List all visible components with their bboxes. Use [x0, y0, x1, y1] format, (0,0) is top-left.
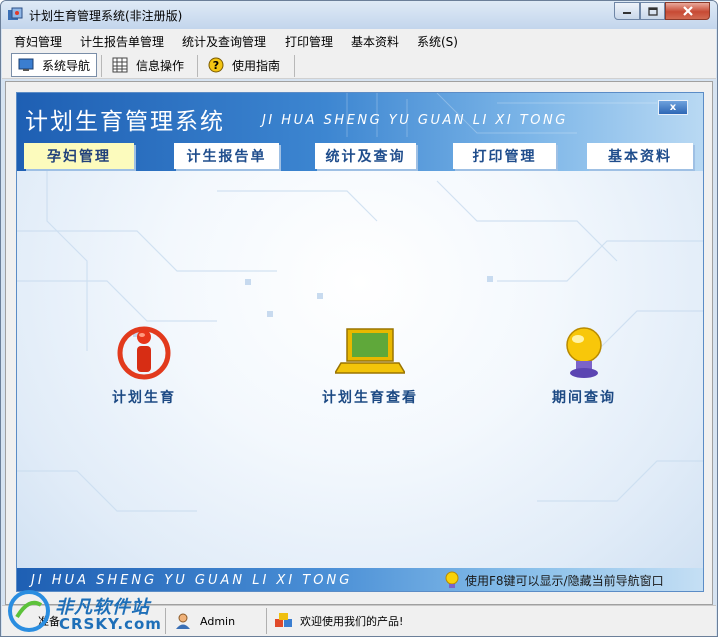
help-icon: ? [208, 57, 224, 73]
svg-text:?: ? [213, 59, 219, 72]
feature-family-planning-view-label: 计划生育查看 [322, 390, 418, 406]
lightbulb-icon [566, 327, 602, 378]
menu-item-print[interactable]: 打印管理 [285, 33, 333, 50]
panel-close-label: x [669, 102, 677, 113]
monitor-icon [18, 58, 34, 71]
status-divider [165, 608, 166, 634]
menu-item-basic-data[interactable]: 基本资料 [351, 33, 399, 50]
footer-pinyin: JI HUA SHENG YU GUAN LI XI TONG [31, 573, 353, 588]
info-ops-button[interactable]: 信息操作 [106, 53, 192, 77]
feature-family-planning-label: 计划生育 [112, 390, 176, 406]
feature-period-query-label: 期间查询 [552, 390, 616, 406]
person-info-icon [117, 326, 171, 380]
system-pinyin: JI HUA SHENG YU GUAN LI XI TONG [262, 113, 568, 128]
grid-icon [112, 57, 128, 73]
menu-item-system[interactable]: 系统(S) [417, 33, 458, 50]
user-guide-label: 使用指南 [232, 58, 281, 73]
minimize-icon [623, 12, 631, 14]
footer-hint: 使用F8键可以显示/隐藏当前导航窗口 [465, 574, 664, 588]
minimize-button[interactable] [614, 2, 640, 20]
panel-footer: JI HUA SHENG YU GUAN LI XI TONG 使用F8键可以显… [17, 568, 703, 591]
client-area: 计划生育管理系统 JI HUA SHENG YU GUAN LI XI TONG… [5, 81, 713, 605]
user-guide-button[interactable]: ? 使用指南 [202, 53, 290, 77]
user-icon [176, 613, 190, 629]
watermark-subtext: CRSKY.com [59, 615, 162, 633]
tab-print-management[interactable]: 打印管理 [453, 143, 556, 169]
title-bar[interactable]: 计划生育管理系统(非注册版) [1, 1, 717, 29]
status-user-name: Admin [200, 614, 236, 628]
close-button[interactable] [665, 2, 710, 20]
status-welcome-text: 欢迎使用我们的产品! [300, 615, 404, 628]
tab-basic-data[interactable]: 基本资料 [587, 143, 693, 169]
system-nav-button[interactable]: 系统导航 [11, 53, 97, 77]
boxes-icon [275, 613, 292, 627]
banner: 计划生育管理系统 JI HUA SHENG YU GUAN LI XI TONG… [17, 93, 703, 171]
navigation-panel: 计划生育管理系统 JI HUA SHENG YU GUAN LI XI TONG… [16, 92, 704, 592]
lightbulb-icon [445, 571, 459, 588]
status-welcome: 欢迎使用我们的产品! [274, 609, 403, 633]
menu-item-reports[interactable]: 计生报告单管理 [80, 33, 164, 50]
feature-period-query[interactable]: 期间查询 [552, 323, 616, 407]
maximize-icon [647, 6, 658, 16]
feature-family-planning[interactable]: 计划生育 [112, 323, 176, 407]
maximize-button[interactable] [640, 2, 665, 20]
toolbar: 系统导航 信息操作 ? 使用指南 [2, 51, 716, 79]
laptop-icon [335, 328, 405, 374]
system-nav-label: 系统导航 [42, 58, 91, 73]
toolbar-separator [197, 55, 198, 77]
feature-family-planning-view[interactable]: 计划生育查看 [322, 323, 418, 407]
watermark-logo-icon [8, 590, 50, 632]
status-user: Admin [174, 609, 235, 633]
info-ops-label: 信息操作 [136, 58, 185, 73]
menu-item-pregnant[interactable]: 育妇管理 [14, 33, 62, 50]
main-window: 计划生育管理系统(非注册版) 育妇管理 计生报告单管理 统计及查询管理 打印管理… [0, 0, 718, 637]
menu-item-statistics[interactable]: 统计及查询管理 [182, 33, 266, 50]
menu-bar: 育妇管理 计生报告单管理 统计及查询管理 打印管理 基本资料 系统(S) [2, 29, 716, 51]
close-icon [682, 6, 693, 16]
app-icon [8, 7, 23, 20]
system-title: 计划生育管理系统 [25, 109, 225, 135]
tab-pregnant-management[interactable]: 孕妇管理 [24, 143, 134, 169]
toolbar-separator [294, 55, 295, 77]
panel-close-button[interactable]: x [658, 100, 688, 115]
toolbar-separator [101, 55, 102, 77]
tab-statistics-query[interactable]: 统计及查询 [315, 143, 416, 169]
tab-report-form[interactable]: 计生报告单 [174, 143, 279, 169]
status-divider [266, 608, 267, 634]
window-title: 计划生育管理系统(非注册版) [29, 9, 183, 23]
